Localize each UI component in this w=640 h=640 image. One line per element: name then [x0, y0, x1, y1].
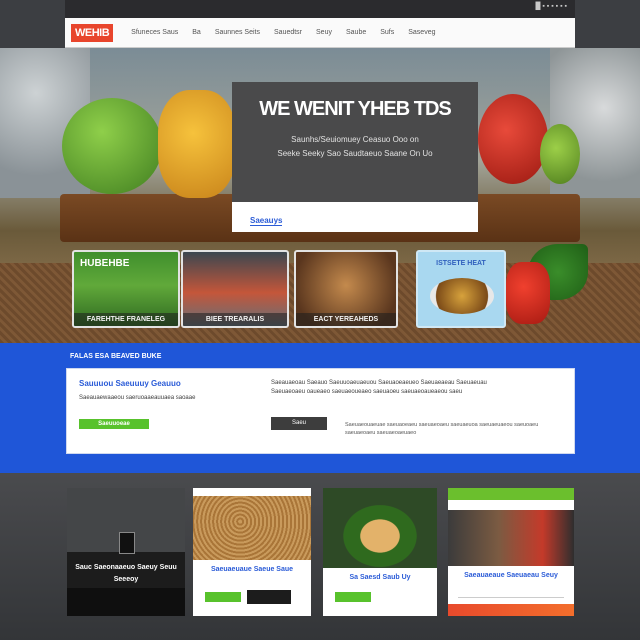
feature-tile-1[interactable]: HUBEHBE FAREHTHE FRANELEG	[72, 250, 180, 328]
info-card-right-paragraph-1: Saeauaeoau Saeauo Saeuuoaeuaeuou Saeuaoe…	[271, 380, 487, 386]
feature-tile-3-label: EACT YEREAHEDS	[296, 313, 396, 326]
hero-section: WE WENIT YHEB TDS Saunhs/Seuiomuey Ceasu…	[0, 48, 640, 343]
feature-tile-2[interactable]: BIEE TREARALIS	[181, 250, 289, 328]
tomato-image	[478, 94, 548, 184]
info-band-title: FALAS ESA BEAVED BUKE	[70, 353, 162, 360]
food-bowl-image	[430, 278, 494, 314]
nav-link-7[interactable]: Sufs	[380, 29, 394, 36]
info-card-right-paragraph-2: Saeuaeoaeu oaueaeo saeuaeoueaeo saeuaoeu…	[271, 389, 463, 395]
info-card-green-button[interactable]: Saeuuoeae	[79, 419, 149, 429]
content-card-2[interactable]: Saeuaeuaue Saeue Saue	[193, 488, 311, 616]
vegetable-platter-image	[448, 510, 574, 566]
green-fruit-image	[540, 124, 580, 184]
mango-image	[62, 98, 162, 194]
feature-tile-4-heading: ISTSETE HEAT	[436, 260, 486, 267]
nav-link-2[interactable]: Ba	[192, 29, 201, 36]
content-card-4[interactable]: Saeauaeaue Saeuaeau Seuy	[448, 488, 574, 616]
info-card: Sauuuou Saeuuuy Geauuo Saeauaewaaeou sae…	[66, 368, 575, 454]
info-card-footer-text: Saeuaeouaeuae saeuaoeaeu saeuaeoaeu saeu…	[345, 422, 539, 436]
content-card-4-divider	[458, 597, 564, 598]
content-card-2-green-button[interactable]	[205, 592, 241, 602]
top-utility-text: █ ▪ ▪ ▪ ▪ ▪ ▪	[535, 3, 567, 10]
yellow-fruit-image	[158, 90, 236, 198]
red-pepper-image	[506, 262, 550, 324]
feature-tile-2-label: BIEE TREARALIS	[183, 313, 287, 326]
content-card-4-footer-bar	[448, 604, 574, 616]
main-nav: Sfuneces Saus Ba Saunnes Seits Sauedtsr …	[131, 29, 435, 36]
hero-subtitle-1: Saunhs/Seuiomuey Ceasuo Ooo on	[291, 135, 419, 144]
phone-icon	[119, 532, 135, 554]
content-card-2-dark-button[interactable]	[247, 590, 291, 604]
info-card-paragraph: Saeauaewaaeou saeruoaaeauuaea saoaae	[79, 395, 196, 401]
hero-cta-link[interactable]: Saeauys	[250, 216, 283, 226]
nav-link-6[interactable]: Saube	[346, 29, 366, 36]
hero-title: WE WENIT YHEB TDS	[259, 98, 452, 120]
info-card-left: Sauuuou Saeuuuy Geauuo Saeauaewaaeou sae…	[79, 379, 269, 403]
content-card-2-caption: Saeuaeuaue Saeue Saue	[210, 566, 294, 573]
content-card-1-footer	[67, 588, 185, 616]
top-utility-bar: █ ▪ ▪ ▪ ▪ ▪ ▪	[65, 0, 575, 18]
content-card-4-caption: Saeauaeaue Saeuaeau Seuy	[464, 572, 558, 579]
content-card-1-image	[67, 488, 185, 554]
nav-link-5[interactable]: Seuy	[316, 29, 332, 36]
nav-link-3[interactable]: Saunnes Seits	[215, 29, 260, 36]
nav-link-8[interactable]: Saseveg	[408, 29, 435, 36]
hero-cta-bar: Saeauys	[232, 202, 478, 232]
feature-tile-1-heading: HUBEHBE	[80, 258, 130, 269]
info-card-heading: Sauuuou Saeuuuy Geauuo	[79, 379, 181, 388]
content-card-1-caption: Sauc Saeonaaeuo Saeuy Seuu Seeeoy	[75, 564, 177, 583]
content-card-3-green-button[interactable]	[335, 592, 371, 602]
nav-link-4[interactable]: Sauedtsr	[274, 29, 302, 36]
content-card-3[interactable]: Sa Saesd Saub Uy	[323, 488, 437, 616]
nav-link-1[interactable]: Sfuneces Saus	[131, 29, 178, 36]
info-card-dark-button[interactable]: Saeu	[271, 417, 327, 430]
hero-card: WE WENIT YHEB TDS Saunhs/Seuiomuey Ceasu…	[232, 82, 478, 232]
grain-dish-image	[193, 488, 311, 560]
site-logo[interactable]: WEHIB	[71, 23, 114, 42]
feature-tile-3[interactable]: EACT YEREAHEDS	[294, 250, 398, 328]
feature-tile-4[interactable]: ISTSETE HEAT	[416, 250, 506, 328]
hero-subtitle-2: Seeke Seeky Sao Saudtaeuo Saane On Uo	[277, 149, 433, 158]
content-card-1[interactable]: Sauc Saeonaaeuo Saeuy Seuu Seeeoy	[67, 488, 185, 616]
feature-tile-1-label: FAREHTHE FRANELEG	[74, 313, 178, 326]
baked-potato-image	[323, 488, 437, 568]
content-card-3-caption: Sa Saesd Saub Uy	[349, 574, 411, 581]
site-header: WEHIB Sfuneces Saus Ba Saunnes Seits Sau…	[65, 18, 575, 48]
card-grid-section: Sauc Saeonaaeuo Saeuy Seuu Seeeoy Saeuae…	[0, 473, 640, 640]
info-band: FALAS ESA BEAVED BUKE Sauuuou Saeuuuy Ge…	[0, 343, 640, 473]
info-card-right: Saeauaeoau Saeauo Saeuuoaeuaeuou Saeuaoe…	[271, 379, 561, 397]
